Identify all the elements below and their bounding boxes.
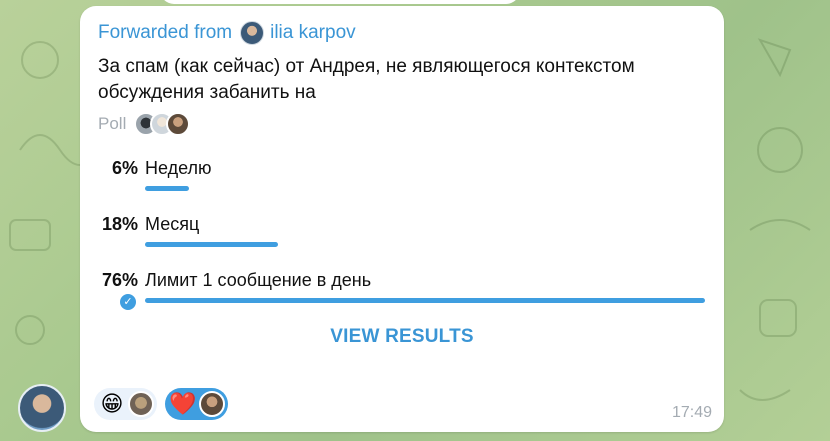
option-label: Месяц [145, 214, 200, 234]
poll-option[interactable]: 76% Лимит 1 сообщение в день ✓ [80, 270, 724, 310]
message-time: 17:49 [671, 404, 712, 421]
voter-avatar [166, 112, 191, 136]
forwarded-prefix: Forwarded from [98, 22, 233, 43]
previous-message-edge [160, 0, 520, 4]
recent-voters[interactable] [134, 112, 191, 136]
poll-label: Poll [98, 114, 127, 133]
reaction-grin[interactable]: 😁 [94, 388, 157, 420]
reaction-heart[interactable]: ❤️ [165, 388, 228, 420]
reactions-row: 😁 ❤️ [94, 388, 228, 420]
option-label: Лимит 1 сообщение в день [145, 270, 372, 290]
poll-question: За спам (как сейчас) от Андрея, не являю… [98, 56, 635, 103]
poll-message-bubble: Forwarded from ilia karpov За спам (как … [80, 6, 724, 432]
option-result-bar [145, 186, 189, 191]
forwarded-user-avatar[interactable] [240, 21, 265, 45]
reactor-avatar [128, 391, 154, 417]
option-label: Неделю [145, 158, 212, 178]
option-result-bar [145, 242, 278, 247]
view-results-button[interactable]: VIEW RESULTS [80, 326, 724, 348]
option-percent: 6% [111, 158, 138, 178]
sender-avatar[interactable] [18, 384, 66, 432]
chosen-check-icon: ✓ [120, 294, 136, 310]
poll-meta: Poll [98, 112, 191, 136]
option-percent: 76% [101, 270, 138, 290]
forwarded-user-name[interactable]: ilia karpov [270, 22, 356, 44]
poll-option[interactable]: 6% Неделю [80, 158, 724, 198]
option-percent: 18% [101, 214, 138, 234]
heart-emoji-icon: ❤️ [169, 391, 197, 416]
option-result-bar [145, 298, 705, 303]
grin-emoji-icon: 😁 [100, 391, 124, 416]
reactor-avatar [199, 391, 225, 417]
forwarded-header[interactable]: Forwarded from ilia karpov [98, 20, 356, 46]
poll-option[interactable]: 18% Месяц [80, 214, 724, 254]
